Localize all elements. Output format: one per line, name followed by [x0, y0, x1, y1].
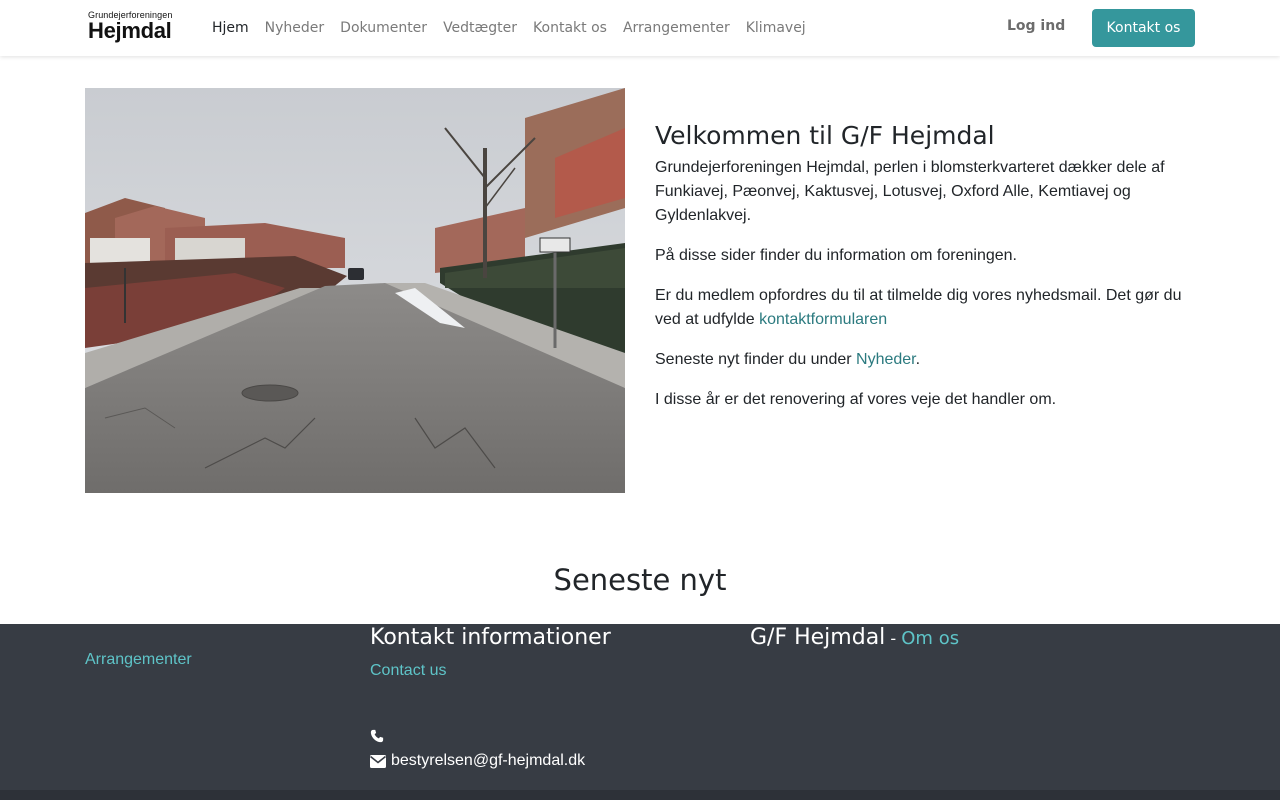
footer-contact-title: Kontakt informationer — [370, 625, 611, 650]
news-section-title: Seneste nyt — [553, 563, 727, 597]
envelope-icon — [370, 754, 386, 768]
intro-paragraph-1: Grundejerforeningen Hejmdal, perlen i bl… — [655, 159, 1165, 224]
main-nav: Hjem Nyheder Dokumenter Vedtægter Kontak… — [204, 0, 814, 56]
footer-about-link[interactable]: Om os — [901, 628, 959, 649]
intro-title: Velkommen til G/F Hejmdal — [655, 121, 995, 150]
footer-bottom-bar — [0, 790, 1280, 800]
intro-section: Velkommen til G/F Hejmdal Grundejerforen… — [655, 118, 1195, 428]
footer-contact-us-link[interactable]: Contact us — [370, 662, 730, 680]
footer-column-1: Arrangementer — [85, 651, 192, 669]
intro-paragraph-4: Seneste nyt finder du under Nyheder. — [655, 348, 1195, 372]
intro-paragraph-4-text: Seneste nyt finder du under — [655, 351, 857, 368]
footer-brand-separator: - — [890, 629, 897, 648]
news-link[interactable]: Nyheder — [856, 351, 916, 368]
intro-paragraph-5: I disse år er det renovering af vores ve… — [655, 391, 1057, 408]
street-photo — [85, 88, 625, 493]
contact-form-link[interactable]: kontaktformularen — [759, 311, 887, 328]
contact-button[interactable]: Kontakt os — [1092, 9, 1195, 47]
nav-item-nyheder[interactable]: Nyheder — [257, 20, 333, 36]
top-navbar: Grundejerforeningen Hejmdal Hjem Nyheder… — [0, 0, 1280, 56]
footer-arrangementer-link[interactable]: Arrangementer — [85, 651, 192, 668]
nav-item-vedtaegter[interactable]: Vedtægter — [435, 20, 525, 36]
footer-phone-row — [370, 728, 389, 744]
login-link[interactable]: Log ind — [1007, 18, 1065, 34]
nav-item-arrangementer[interactable]: Arrangementer — [615, 20, 738, 36]
nav-item-klimavej[interactable]: Klimavej — [738, 20, 814, 36]
intro-paragraph-4-end: . — [915, 351, 921, 368]
intro-paragraph-2: På disse sider finder du information om … — [655, 247, 1017, 264]
intro-paragraph-3-text: Er du medlem opfordres du til at tilmeld… — [655, 287, 1182, 328]
footer-email[interactable]: bestyrelsen@gf-hejmdal.dk — [391, 752, 585, 770]
nav-item-dokumenter[interactable]: Dokumenter — [332, 20, 435, 36]
nav-item-hjem[interactable]: Hjem — [204, 20, 257, 36]
footer-column-3: G/F Hejmdal - Om os — [750, 624, 959, 652]
phone-icon — [370, 729, 384, 743]
nav-item-kontakt-os[interactable]: Kontakt os — [525, 20, 615, 36]
footer-email-row: bestyrelsen@gf-hejmdal.dk — [370, 750, 585, 772]
intro-paragraph-3: Er du medlem opfordres du til at tilmeld… — [655, 284, 1195, 332]
footer-column-2: Kontakt informationer Contact us — [370, 624, 730, 680]
site-logo[interactable]: Grundejerforeningen Hejmdal — [88, 10, 174, 44]
logo-big-text: Hejmdal — [88, 18, 172, 43]
footer-brand-title: G/F Hejmdal — [750, 625, 886, 650]
